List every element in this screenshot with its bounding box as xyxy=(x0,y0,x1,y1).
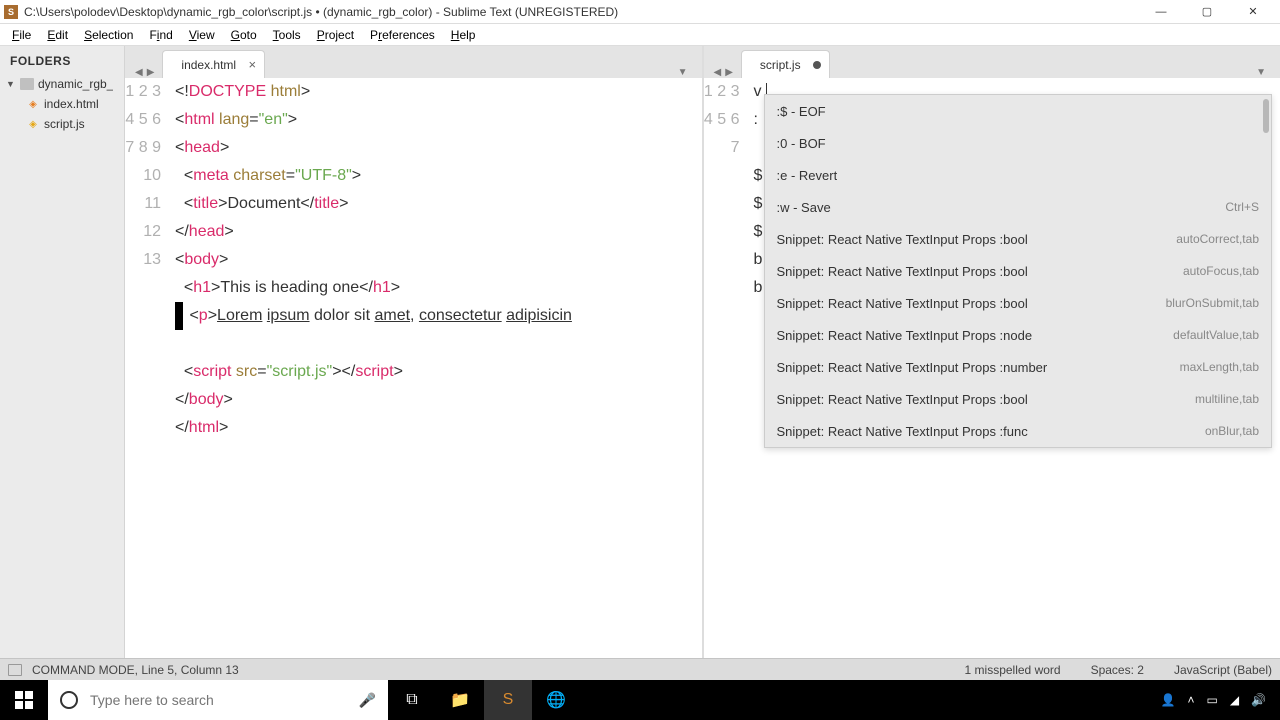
dirty-indicator-icon xyxy=(813,61,821,69)
close-icon[interactable]: × xyxy=(249,57,257,72)
autocomplete-item[interactable]: Snippet: React Native TextInput Props :b… xyxy=(765,287,1272,319)
search-input[interactable] xyxy=(90,692,347,708)
autocomplete-item[interactable]: :0 - BOF xyxy=(765,127,1272,159)
js-file-icon: ◈ xyxy=(26,118,40,130)
window-title: C:\Users\polodev\Desktop\dynamic_rgb_col… xyxy=(24,5,1138,19)
menu-edit[interactable]: Edit xyxy=(39,26,76,44)
folder-tree: ▼ dynamic_rgb_ ◈ index.html ◈ script.js xyxy=(0,74,124,134)
autocomplete-item[interactable]: Snippet: React Native TextInput Props :f… xyxy=(765,415,1272,447)
sidebar-header: FOLDERS xyxy=(0,46,124,74)
taskbar-app-sublime[interactable]: S xyxy=(484,680,532,720)
windows-logo-icon xyxy=(15,691,33,709)
tabbar-right: ◀ ▶ script.js ▼ xyxy=(704,46,1280,78)
tray-chevron-icon[interactable]: ˄ xyxy=(1187,693,1194,707)
editor-left[interactable]: 1 2 3 4 5 6 7 8 9 10 11 12 13 <!DOCTYPE … xyxy=(125,78,702,658)
folder-label: dynamic_rgb_ xyxy=(38,77,113,91)
mic-icon[interactable]: 🎤 xyxy=(359,692,376,709)
gutter-left: 1 2 3 4 5 6 7 8 9 10 11 12 13 xyxy=(125,78,175,658)
tab-index-html[interactable]: index.html × xyxy=(162,50,265,78)
window-titlebar: S C:\Users\polodev\Desktop\dynamic_rgb_c… xyxy=(0,0,1280,24)
disclosure-icon: ▼ xyxy=(6,79,16,89)
status-indent[interactable]: Spaces: 2 xyxy=(1091,663,1144,677)
taskbar-app-explorer[interactable]: 📁 xyxy=(436,680,484,720)
folder-icon xyxy=(20,78,34,90)
start-button[interactable] xyxy=(0,680,48,720)
cortana-icon xyxy=(60,691,78,709)
file-label: index.html xyxy=(44,97,99,111)
panel-toggle-icon[interactable] xyxy=(8,664,22,676)
autocomplete-item[interactable]: Snippet: React Native TextInput Props :n… xyxy=(765,351,1272,383)
tab-prev-icon[interactable]: ◀ xyxy=(712,67,724,78)
scrollbar[interactable] xyxy=(1263,99,1269,133)
tree-folder-root[interactable]: ▼ dynamic_rgb_ xyxy=(0,74,124,94)
menu-tools[interactable]: Tools xyxy=(265,26,309,44)
status-syntax[interactable]: JavaScript (Babel) xyxy=(1174,663,1272,677)
windows-taskbar: 🎤 ⧉ 📁 S 🌐 👤 ˄ ▭ ◢ 🔊 xyxy=(0,680,1280,720)
tab-dropdown-icon[interactable]: ▼ xyxy=(1250,67,1272,78)
app-icon: S xyxy=(4,5,18,19)
maximize-button[interactable]: ▢ xyxy=(1184,0,1230,24)
autocomplete-item[interactable]: :$ - EOF xyxy=(765,95,1272,127)
statusbar: COMMAND MODE, Line 5, Column 13 1 misspe… xyxy=(0,658,1280,680)
menu-preferences[interactable]: Preferences xyxy=(362,26,443,44)
tree-file-script[interactable]: ◈ script.js xyxy=(0,114,124,134)
autocomplete-item[interactable]: :e - Revert xyxy=(765,159,1272,191)
tabbar-left: ◀ ▶ index.html × ▼ xyxy=(125,46,702,78)
editor-panes: ◀ ▶ index.html × ▼ 1 2 3 4 5 6 7 8 9 10 … xyxy=(125,46,1280,658)
sidebar: FOLDERS ▼ dynamic_rgb_ ◈ index.html ◈ sc… xyxy=(0,46,125,658)
status-position: COMMAND MODE, Line 5, Column 13 xyxy=(32,663,935,677)
main-area: FOLDERS ▼ dynamic_rgb_ ◈ index.html ◈ sc… xyxy=(0,46,1280,658)
system-tray: 👤 ˄ ▭ ◢ 🔊 xyxy=(1147,693,1280,707)
autocomplete-item[interactable]: Snippet: React Native TextInput Props :b… xyxy=(765,223,1272,255)
tab-next-icon[interactable]: ▶ xyxy=(145,67,157,78)
menubar: File Edit Selection Find View Goto Tools… xyxy=(0,24,1280,46)
pane-left: ◀ ▶ index.html × ▼ 1 2 3 4 5 6 7 8 9 10 … xyxy=(125,46,704,658)
battery-icon[interactable]: ▭ xyxy=(1206,693,1217,707)
tab-label: script.js xyxy=(760,58,801,72)
pane-right: ◀ ▶ script.js ▼ 1 2 3 4 5 6 7 v : $ $ $ … xyxy=(704,46,1280,658)
minimize-button[interactable]: — xyxy=(1138,0,1184,24)
taskbar-search[interactable]: 🎤 xyxy=(48,680,388,720)
tab-script-js[interactable]: script.js xyxy=(741,50,830,78)
tab-next-icon[interactable]: ▶ xyxy=(723,67,735,78)
menu-help[interactable]: Help xyxy=(443,26,484,44)
autocomplete-item[interactable]: :w - SaveCtrl+S xyxy=(765,191,1272,223)
volume-icon[interactable]: 🔊 xyxy=(1251,693,1266,707)
autocomplete-item[interactable]: Snippet: React Native TextInput Props :n… xyxy=(765,319,1272,351)
menu-view[interactable]: View xyxy=(181,26,223,44)
close-button[interactable]: ✕ xyxy=(1230,0,1276,24)
gutter-right: 1 2 3 4 5 6 7 xyxy=(704,78,754,658)
autocomplete-item[interactable]: Snippet: React Native TextInput Props :b… xyxy=(765,383,1272,415)
menu-find[interactable]: Find xyxy=(141,26,180,44)
taskview-button[interactable]: ⧉ xyxy=(388,680,436,720)
autocomplete-popup: :$ - EOF :0 - BOF :e - Revert :w - SaveC… xyxy=(764,94,1273,448)
autocomplete-item[interactable]: Snippet: React Native TextInput Props :b… xyxy=(765,255,1272,287)
html-file-icon: ◈ xyxy=(26,98,40,110)
taskbar-app-chrome[interactable]: 🌐 xyxy=(532,680,580,720)
tab-dropdown-icon[interactable]: ▼ xyxy=(672,67,694,78)
file-label: script.js xyxy=(44,117,85,131)
code-left[interactable]: <!DOCTYPE html> <html lang="en"> <head> … xyxy=(175,78,702,658)
menu-project[interactable]: Project xyxy=(309,26,362,44)
menu-selection[interactable]: Selection xyxy=(76,26,141,44)
people-icon[interactable]: 👤 xyxy=(1161,693,1176,707)
tree-file-index[interactable]: ◈ index.html xyxy=(0,94,124,114)
wifi-icon[interactable]: ◢ xyxy=(1230,693,1239,707)
menu-file[interactable]: File xyxy=(4,26,39,44)
tab-label: index.html xyxy=(181,58,236,72)
menu-goto[interactable]: Goto xyxy=(223,26,265,44)
status-spellcheck[interactable]: 1 misspelled word xyxy=(965,663,1061,677)
tab-prev-icon[interactable]: ◀ xyxy=(133,67,145,78)
